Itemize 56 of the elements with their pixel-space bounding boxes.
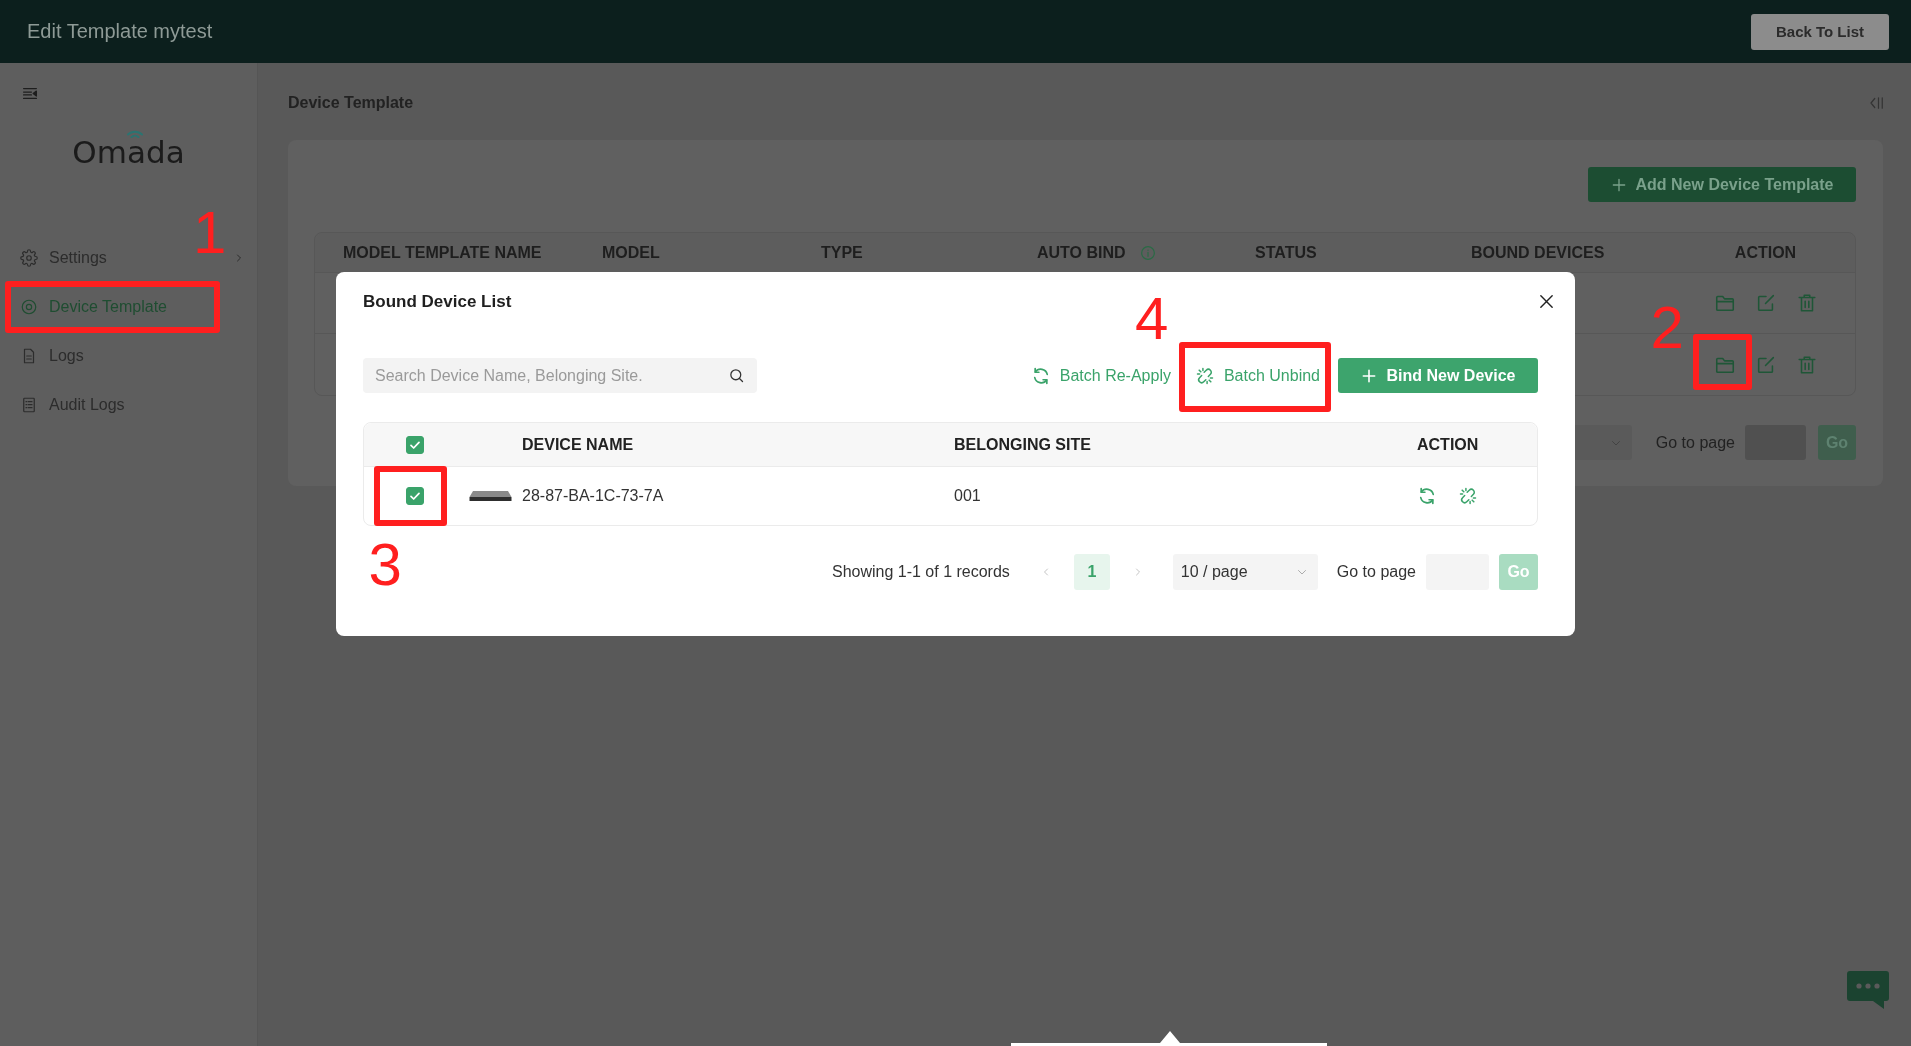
column-header: DEVICE NAME [521,435,635,454]
highlight-box [1692,333,1752,390]
page-size-select[interactable]: 10 / page [1172,554,1318,590]
go-to-page-label: Go to page [1655,433,1735,452]
page-title: Edit Template mytest [27,20,213,43]
checkbox[interactable] [405,487,424,505]
list-document-icon [20,395,38,414]
column-header: MODEL TEMPLATE NAME [343,243,542,262]
column-header: MODEL [602,243,660,262]
sidebar-item[interactable]: Device Template [0,282,257,331]
column-header: STATUS [1255,243,1317,262]
column-header: AUTO BIND [1037,243,1126,262]
bind-device-button[interactable]: Bind New Device [1338,358,1538,393]
close-icon[interactable] [1538,293,1555,310]
network-switch-icon [469,490,512,502]
column-header: BOUND DEVICES [1471,243,1605,262]
chat-icon[interactable] [1847,971,1889,1009]
trash-icon[interactable] [1795,292,1818,314]
callout-number: 2 [1650,304,1684,350]
broken-link-icon[interactable] [1458,486,1478,506]
search-field[interactable]: Search Device Name, Belonging Site. [363,358,757,393]
gear-icon [20,248,38,267]
back-button[interactable]: Back To List [1751,13,1889,50]
records-summary: Showing 1-1 of 1 records [831,563,1010,581]
batch-action-button[interactable]: Batch Re-Apply [1030,358,1171,393]
callout-number: 1 [193,210,227,255]
plus-icon [1610,176,1627,193]
page-button[interactable]: 1 [1073,554,1110,590]
column-header: BELONGING SITE [954,435,1092,454]
column-header: TYPE [821,243,863,262]
plus-icon [1360,367,1377,384]
signal-arcs-icon [126,129,145,138]
search-icon[interactable] [728,367,745,384]
go-button[interactable]: Go [1499,554,1538,590]
table-cell-text: 001 [954,487,982,505]
sidebar-item-label: Device Template [49,297,167,316]
checkbox[interactable] [405,435,424,454]
column-header: ACTION [1417,435,1480,454]
broken-link-icon [1194,365,1215,386]
breadcrumb: Device Template [288,94,414,112]
collapse-panel-icon[interactable] [1868,94,1886,112]
target-icon [20,297,38,316]
go-to-page-label: Go to page [1336,563,1416,581]
refresh-icon[interactable] [1417,486,1437,506]
batch-action-button[interactable]: Batch Unbind [1194,358,1320,393]
table-cell: 28-87-BA-1C-73-7A [522,487,664,505]
logo: Omada [72,134,185,170]
column-header: ACTION [1734,243,1797,262]
add-template-button[interactable]: Add New Device Template [1588,167,1856,202]
callout-number: 4 [1134,296,1169,341]
menu-icon[interactable] [20,85,40,102]
dialog-title: Bound Device List [363,291,512,313]
callout-number: 3 [368,542,402,587]
trash-icon[interactable] [1795,353,1818,376]
info-icon[interactable] [1139,244,1156,261]
page-size-value: 10 / page [1180,563,1248,581]
